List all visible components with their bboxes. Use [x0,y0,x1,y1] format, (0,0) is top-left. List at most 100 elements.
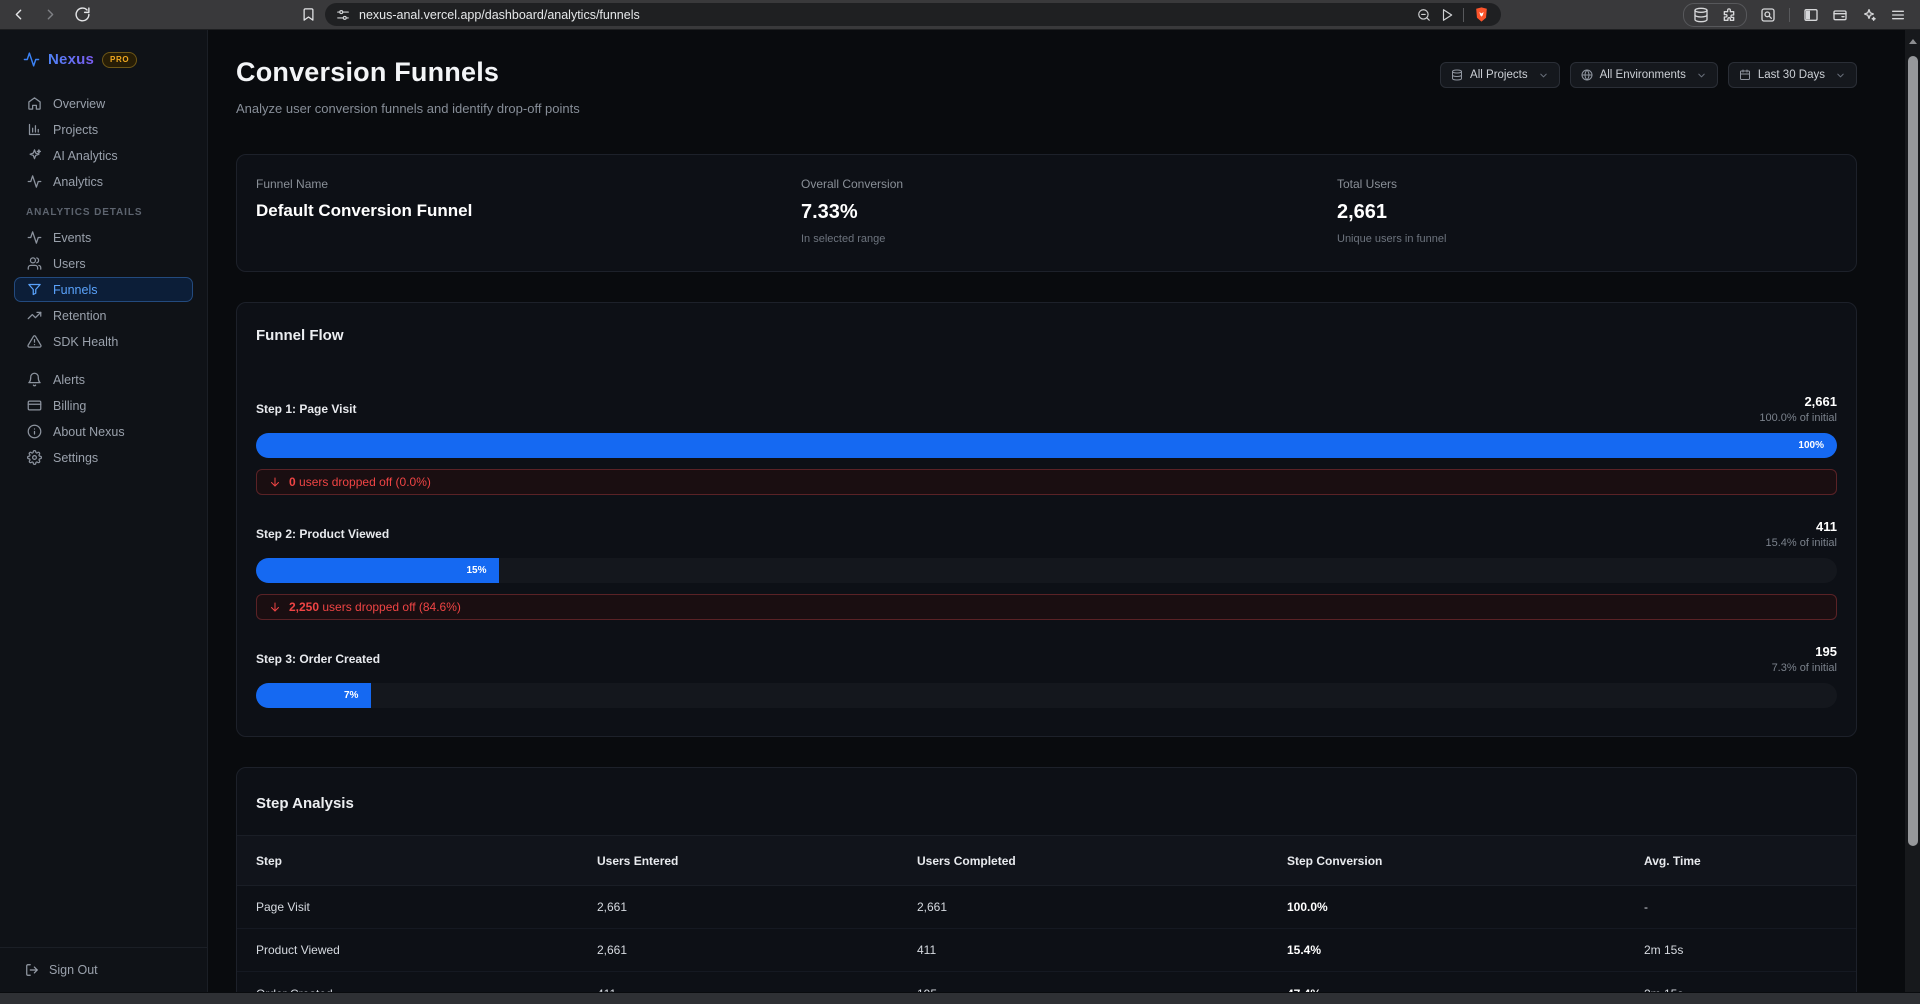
total-users-label: Total Users [1337,177,1398,191]
funnel-name-value: Default Conversion Funnel [256,201,473,220]
search-box-icon[interactable] [1760,7,1776,23]
table-cell: - [1644,900,1648,914]
sign-out-button[interactable]: Sign Out [0,947,207,992]
sidebar-item-label: AI Analytics [53,148,118,163]
sidebar-item-overview[interactable]: Overview [14,91,193,116]
sidebar-item-users[interactable]: Users [14,251,193,276]
filter-last-30-days[interactable]: Last 30 Days [1727,62,1857,88]
sidebar-item-analytics[interactable]: Analytics [14,169,193,194]
log-out-icon [25,963,39,977]
table-cell: 195 [917,987,1287,993]
sidebar-item-retention[interactable]: Retention [14,303,193,328]
table-header: Step Users Entered Users Completed Step Con… [237,835,1856,886]
funnel-bar-track: 7% [256,683,1837,708]
overall-conversion-sub: In selected range [801,233,886,245]
sidebar-item-billing[interactable]: Billing [14,393,193,418]
step-label: Step 1: Page Visit [256,402,357,416]
url-bar[interactable]: nexus-anal.vercel.app/dashboard/analytic… [325,3,1501,26]
extensions-puzzle-icon[interactable] [1721,7,1737,23]
total-users-value: 2,661 [1337,201,1388,223]
column-header-avg-time: Avg. Time [1644,853,1701,868]
sidebar-item-label: Projects [53,122,99,137]
sidebar-item-settings[interactable]: Settings [14,445,193,470]
funnel-flow-card: Funnel Flow Step 1: Page Visit 2,661 100.0… [236,302,1857,737]
sidebar-item-sdk-health[interactable]: SDK Health [14,329,193,354]
sidebar-item-label: Events [53,230,92,245]
sidebar-section: Alerts Billing About Nexus Settings [0,367,207,470]
dropoff-text: 2,250 users dropped off (84.6%) [289,600,461,614]
step-of-initial: 7.3% of initial [1771,662,1837,674]
sidebar-section: ANALYTICS DETAILS Events Users Funnels Reten… [0,207,207,354]
settings-icon [27,450,42,465]
step-user-count: 195 [1815,644,1837,659]
menu-icon[interactable] [1890,7,1906,23]
bar-chart-icon [27,122,42,137]
funnel-bar-fill: 7% [256,683,372,708]
sidebar-item-about-nexus[interactable]: About Nexus [14,419,193,444]
sidebar-item-ai-analytics[interactable]: AI Analytics [14,143,193,168]
funnel-step: Step 1: Page Visit 2,661 100.0% of initial… [256,394,1837,495]
sidebar-nav: Overview Projects AI Analytics Analytics ANA… [0,90,207,471]
sidebar-item-funnels[interactable]: Funnels [14,277,193,302]
funnel-name-label: Funnel Name [256,177,329,191]
wallet-icon[interactable] [1832,7,1848,23]
funnel-bar-percent: 100% [1798,440,1824,451]
users-icon [27,256,42,271]
calendar-icon [1739,69,1751,81]
sidebar-item-label: Funnels [53,282,98,297]
dropoff-text: 0 users dropped off (0.0%) [289,475,431,489]
sparkles-icon [27,148,42,163]
sidebar-item-label: About Nexus [53,424,125,439]
overall-conversion-value: 7.33% [801,201,858,223]
sidebar-item-projects[interactable]: Projects [14,117,193,142]
back-icon[interactable] [10,6,27,23]
forward-icon[interactable] [42,6,59,23]
step-of-initial: 100.0% of initial [1759,412,1837,424]
table-cell: 411 [597,987,917,993]
browser-extensions-area [1683,2,1910,27]
funnel-bar-fill: 100% [256,433,1837,458]
funnel-summary-card: Funnel Name Default Conversion Funnel Ov… [236,154,1857,272]
table-cell: 411 [917,943,937,957]
main-content: Conversion Funnels Analyze user conversi… [208,30,1920,992]
step-of-initial: 15.4% of initial [1765,537,1837,549]
table-cell: 2,661 [597,900,628,914]
table-cell: 2,661 [597,943,628,957]
filter-label: Last 30 Days [1757,69,1825,81]
bell-icon [27,372,42,387]
share-icon[interactable] [1440,8,1454,22]
funnel-step: Step 2: Product Viewed 411 15.4% of initia… [256,519,1837,620]
filter-all-environments[interactable]: All Environments [1569,62,1718,88]
home-icon [27,96,42,111]
step-analysis-title: Step Analysis [256,795,354,812]
zoom-out-icon[interactable] [1417,8,1431,22]
bookmark-icon[interactable] [301,7,316,22]
vertical-scrollbar[interactable] [1905,30,1920,992]
browser-toolbar: nexus-anal.vercel.app/dashboard/analytic… [0,0,1920,30]
filter-all-projects[interactable]: All Projects [1440,62,1560,88]
sidebar-item-events[interactable]: Events [14,225,193,250]
table-row: Product Viewed 2,661 411 15.4% 2m 15s [237,929,1856,972]
sidebar-item-label: Users [53,256,86,271]
funnel-name-block: Funnel Name Default Conversion Funnel [256,177,801,245]
sidebar-section-label: ANALYTICS DETAILS [26,207,143,218]
extensions-pill [1683,2,1747,27]
reload-icon[interactable] [74,6,91,23]
scrollbar-thumb[interactable] [1907,56,1918,846]
site-settings-icon[interactable] [336,8,350,22]
leo-ai-sparkle-icon[interactable] [1861,7,1877,23]
table-row: Order Created41119547.4%2m 15s [237,972,1856,993]
sidebar-item-label: Retention [53,308,107,323]
window-bottom-edge [0,993,1920,1004]
page-title: Conversion Funnels [236,57,500,87]
column-header-step-conversion: Step Conversion [1287,853,1383,868]
table-row: Page Visit 2,661 2,661 100.0% - [237,886,1856,929]
sidebar-item-alerts[interactable]: Alerts [14,367,193,392]
brand-name: Nexus [48,51,95,68]
extension-database-icon[interactable] [1693,7,1709,23]
brand[interactable]: Nexus PRO [0,30,207,90]
side-panel-icon[interactable] [1803,7,1819,23]
credit-card-icon [27,398,42,413]
brave-shield-icon[interactable] [1473,6,1490,23]
scrollbar-up-arrow-icon[interactable] [1908,39,1917,44]
